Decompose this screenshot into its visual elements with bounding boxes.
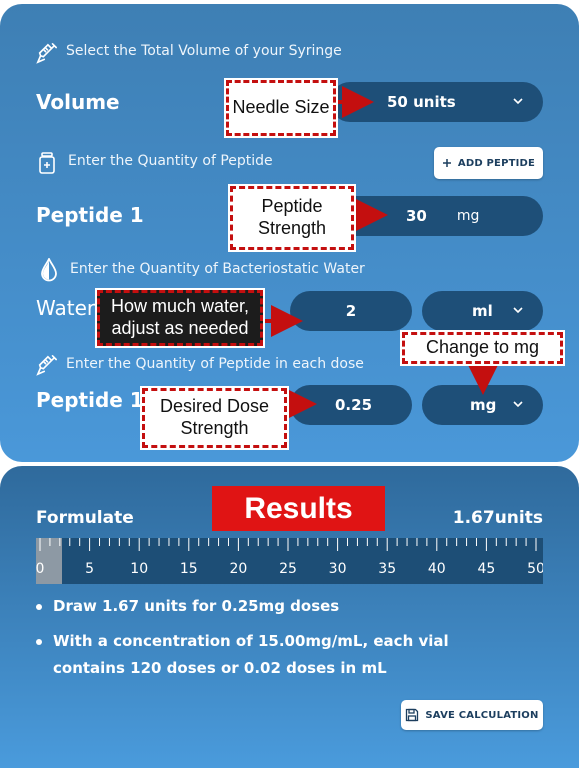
ruler-tick-label: 10 xyxy=(130,561,148,577)
peptide-strength-callout: Peptide Strength xyxy=(228,184,356,252)
ruler-scale: 0 5 10 15 20 25 30 35 40 45 50 xyxy=(36,538,543,577)
formulate-label: Formulate xyxy=(36,508,134,528)
ruler-tick-label: 20 xyxy=(229,561,247,577)
calculator-panel: Select the Total Volume of your Syringe … xyxy=(0,4,579,462)
dose-strength-callout: Desired Dose Strength xyxy=(140,386,289,450)
ruler-tick-label: 25 xyxy=(279,561,297,577)
result-concentration-text: With a concentration of 15.00mg/mL, each… xyxy=(36,628,449,655)
ruler-tick-label: 30 xyxy=(329,561,347,577)
change-unit-callout: Change to mg xyxy=(400,330,565,366)
units-result: 1.67units xyxy=(452,508,543,528)
result-doses-text: contains 120 doses or 0.02 doses in mL xyxy=(53,659,387,677)
ruler-tick-label: 40 xyxy=(428,561,446,577)
syringe-ruler: 0 5 10 15 20 25 30 35 40 45 50 xyxy=(36,538,543,584)
save-calculation-label: SAVE CALCULATION xyxy=(425,709,539,721)
needle-size-callout: Needle Size xyxy=(224,78,338,138)
result-draw-text: Draw 1.67 units for 0.25mg doses xyxy=(35,593,339,620)
ruler-tick-label: 50 xyxy=(527,561,543,577)
ruler-tick-label: 5 xyxy=(85,561,94,577)
water-amount-callout: How much water, adjust as needed xyxy=(95,288,265,348)
results-panel: Formulate Results 1.67units 0 5 10 15 20 25 30… xyxy=(0,466,579,768)
ruler-tick-label: 35 xyxy=(378,561,396,577)
ruler-tick-label: 15 xyxy=(180,561,198,577)
ruler-tick-label: 45 xyxy=(477,561,495,577)
save-icon xyxy=(406,708,419,722)
save-calculation-button[interactable]: SAVE CALCULATION xyxy=(401,700,543,730)
ruler-tick-label: 0 xyxy=(36,561,44,577)
results-banner: Results xyxy=(212,486,385,531)
